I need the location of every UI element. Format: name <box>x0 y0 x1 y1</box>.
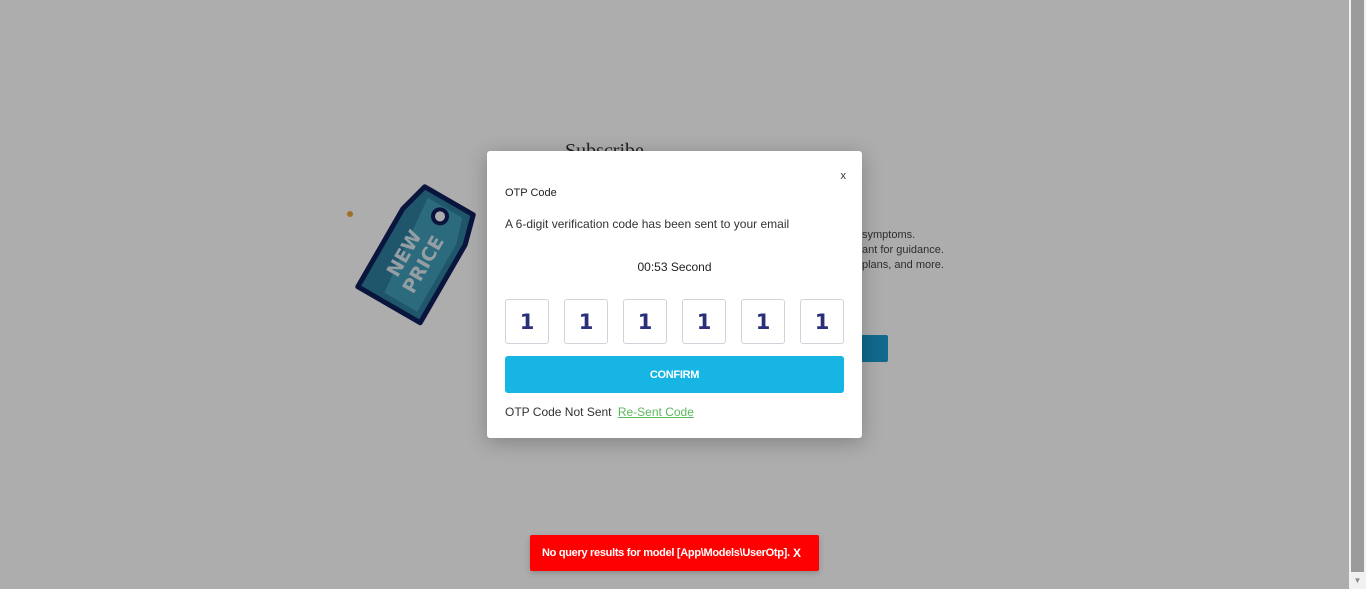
otp-digit-3[interactable] <box>623 299 667 344</box>
modal-close-button[interactable]: x <box>841 170 847 182</box>
otp-input-group <box>505 299 844 344</box>
toast-message: No query results for model [App\Models\U… <box>542 547 790 559</box>
scrollbar-thumb[interactable] <box>1351 0 1364 572</box>
countdown-timer: 00:53 Second <box>637 260 712 274</box>
scroll-down-arrow-icon[interactable]: ▼ <box>1349 572 1366 589</box>
page: Subscribe symptoms. ant for guidance. pl… <box>0 0 1366 589</box>
otp-modal: x OTP Code A 6-digit verification code h… <box>487 151 862 438</box>
error-toast: No query results for model [App\Models\U… <box>530 535 819 571</box>
otp-digit-4[interactable] <box>682 299 726 344</box>
otp-digit-2[interactable] <box>564 299 608 344</box>
confirm-button[interactable]: CONFIRM <box>505 356 844 393</box>
otp-digit-1[interactable] <box>505 299 549 344</box>
otp-digit-6[interactable] <box>800 299 844 344</box>
toast-close-button[interactable]: X <box>793 546 801 560</box>
modal-title: OTP Code <box>505 187 557 199</box>
scrollbar[interactable]: ▼ <box>1349 0 1366 589</box>
resend-row: OTP Code Not Sent Re-Sent Code <box>505 405 694 419</box>
otp-not-sent-text: OTP Code Not Sent <box>505 405 612 419</box>
resend-code-link[interactable]: Re-Sent Code <box>618 405 694 419</box>
modal-description: A 6-digit verification code has been sen… <box>505 217 790 231</box>
otp-digit-5[interactable] <box>741 299 785 344</box>
